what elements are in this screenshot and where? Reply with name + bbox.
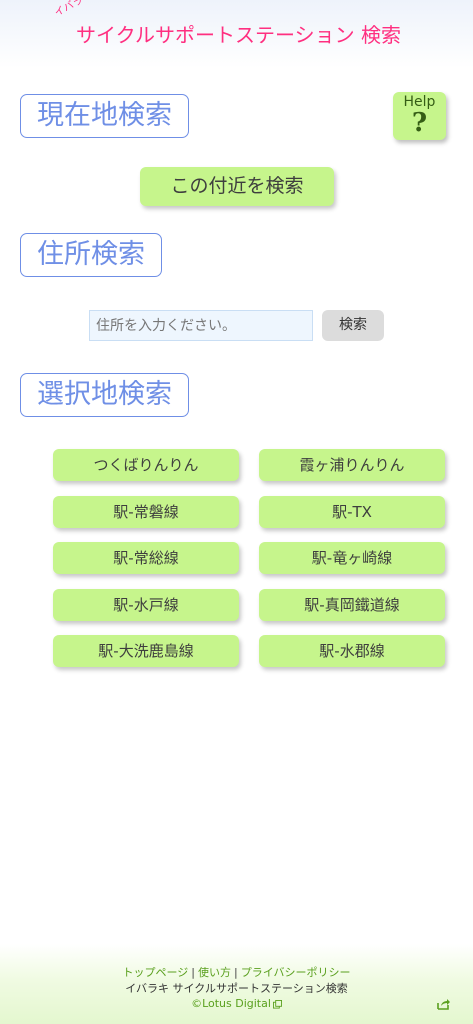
logo-title[interactable]: サイクルサポートステーション 検索 (76, 19, 401, 48)
section-title-selection: 選択地検索 (20, 373, 189, 417)
select-item-kasumigaura-rinrin[interactable]: 霞ヶ浦りんりん (259, 449, 445, 481)
footer-link-privacy[interactable]: プライバシーポリシー (241, 966, 351, 979)
footer-copyright-line[interactable]: ©Lotus Digital (0, 997, 473, 1010)
address-input[interactable] (89, 310, 313, 341)
select-item-ryugasaki-line[interactable]: 駅-竜ヶ崎線 (259, 542, 445, 574)
help-button[interactable]: Help ? (393, 92, 446, 140)
share-icon[interactable] (437, 998, 451, 1010)
footer-separator: | (234, 966, 238, 979)
logo-small-text: イバラキ (52, 0, 95, 19)
footer-separator: | (191, 966, 195, 979)
page-footer: トップページ | 使い方 | プライバシーポリシー イバラキ サイクルサポートステーショ… (0, 944, 473, 1024)
select-item-mito-line[interactable]: 駅-水戸線 (53, 589, 239, 621)
footer-copyright[interactable]: ©Lotus Digital (191, 997, 271, 1010)
section-title-address: 住所検索 (20, 233, 162, 277)
question-icon: ? (411, 108, 428, 138)
search-nearby-button[interactable]: この付近を検索 (140, 167, 334, 206)
select-item-joban-line[interactable]: 駅-常磐線 (53, 496, 239, 528)
address-search-button[interactable]: 検索 (322, 310, 384, 341)
select-item-joso-line[interactable]: 駅-常総線 (53, 542, 239, 574)
select-item-suigun-line[interactable]: 駅-水郡線 (259, 635, 445, 667)
footer-subtitle: イバラキ サイクルサポートステーション検索 (125, 982, 348, 995)
external-link-icon (272, 999, 282, 1009)
page-header: イバラキ サイクルサポートステーション 検索 (0, 0, 473, 68)
select-item-tx[interactable]: 駅-TX (259, 496, 445, 528)
section-title-current-location: 現在地検索 (20, 94, 189, 138)
select-item-oarai-kashima-line[interactable]: 駅-大洗鹿島線 (53, 635, 239, 667)
select-item-moka-railway-line[interactable]: 駅-真岡鐵道線 (259, 589, 445, 621)
footer-link-top[interactable]: トップページ (123, 966, 189, 979)
footer-links: トップページ | 使い方 | プライバシーポリシー (0, 964, 473, 980)
footer-link-usage[interactable]: 使い方 (198, 966, 231, 979)
select-item-tsukuba-rinrin[interactable]: つくばりんりん (53, 449, 239, 481)
